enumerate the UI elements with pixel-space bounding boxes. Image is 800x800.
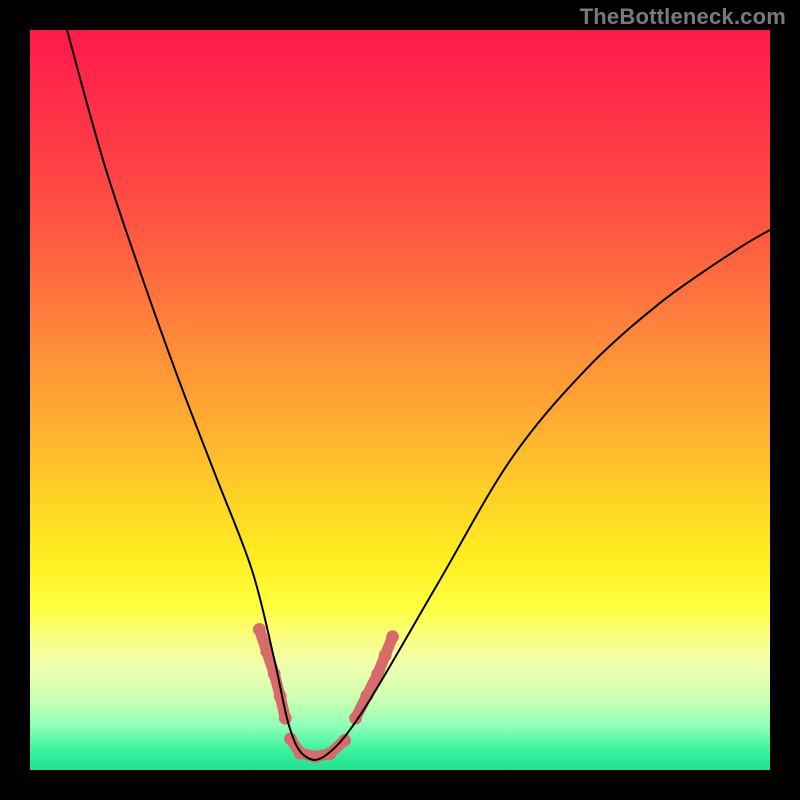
valley-highlight-node	[309, 750, 322, 763]
highlight-group	[253, 623, 399, 763]
chart-area	[30, 30, 770, 770]
watermark-text: TheBottleneck.com	[580, 4, 786, 30]
left-descending-highlight-node	[274, 690, 287, 703]
bottleneck-curve	[67, 30, 770, 760]
chart-svg	[30, 30, 770, 770]
right-ascending-highlight-node	[379, 649, 392, 662]
left-descending-highlight-node	[253, 623, 266, 636]
right-ascending-highlight-node	[386, 630, 399, 643]
valley-highlight-node	[294, 747, 307, 760]
